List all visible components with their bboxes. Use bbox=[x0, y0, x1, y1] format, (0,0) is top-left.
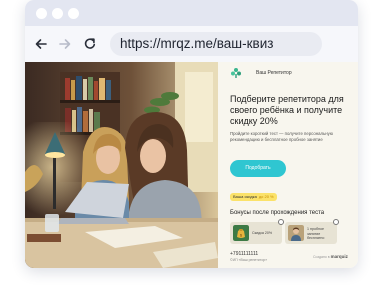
bonus-card-trial: 1 пробное занятие бесплатно bbox=[285, 219, 339, 244]
quiz-panel: Ваш Репетитор Подберите репетитора для с… bbox=[218, 62, 358, 268]
bonus-text: Скидка 20% bbox=[252, 231, 273, 235]
page-content: Ваш Репетитор Подберите репетитора для с… bbox=[25, 62, 358, 268]
back-button[interactable] bbox=[30, 33, 52, 55]
window-dot-2[interactable] bbox=[52, 8, 63, 19]
created-with-label: Создано в bbox=[313, 255, 330, 259]
money-bag-icon: $ bbox=[233, 225, 249, 241]
brand-logo-icon bbox=[231, 68, 241, 78]
bonus-check-icon bbox=[333, 219, 339, 225]
marquiz-logo: marquiz bbox=[330, 254, 348, 259]
footer-note: ©ИП «Ваш репетитор» bbox=[230, 258, 268, 262]
page-title: Подберите репетитора для своего ребёнка … bbox=[230, 94, 344, 126]
brand-name: Ваш Репетитор bbox=[256, 70, 292, 76]
bonuses-title: Бонусы после прохождения теста bbox=[230, 210, 325, 216]
teacher-photo-icon bbox=[288, 225, 304, 241]
created-with-link[interactable]: Создано в marquiz bbox=[313, 254, 348, 259]
window-dot-1[interactable] bbox=[36, 8, 47, 19]
discount-value: до 20 % bbox=[258, 194, 274, 199]
back-arrow-icon bbox=[35, 39, 47, 49]
bonus-text: 1 пробное занятие бесплатно bbox=[307, 227, 325, 240]
bonus-check-icon bbox=[278, 219, 284, 225]
hero-photo bbox=[25, 62, 218, 268]
window-dot-3[interactable] bbox=[68, 8, 79, 19]
discount-badge: Ваша скидка до 20 % bbox=[230, 193, 277, 201]
description-text: Пройдите короткий тест — получите персон… bbox=[230, 131, 333, 143]
title-bar bbox=[25, 0, 358, 26]
reload-icon bbox=[84, 38, 96, 49]
pick-tutor-button[interactable]: Подобрать bbox=[230, 160, 286, 177]
forward-button[interactable] bbox=[54, 33, 76, 55]
bonus-card-discount: $ Скидка 20% bbox=[230, 219, 284, 244]
reload-button[interactable] bbox=[79, 33, 101, 55]
url-input[interactable]: https://mrqz.me/ваш-квиз bbox=[110, 32, 322, 56]
discount-label: Ваша скидка bbox=[233, 194, 257, 199]
browser-window: https://mrqz.me/ваш-квиз Ваш Репетитор П… bbox=[25, 0, 358, 268]
forward-arrow-icon bbox=[59, 39, 71, 49]
phone-number[interactable]: +7911111111 bbox=[230, 251, 258, 257]
address-bar: https://mrqz.me/ваш-квиз bbox=[25, 26, 358, 62]
